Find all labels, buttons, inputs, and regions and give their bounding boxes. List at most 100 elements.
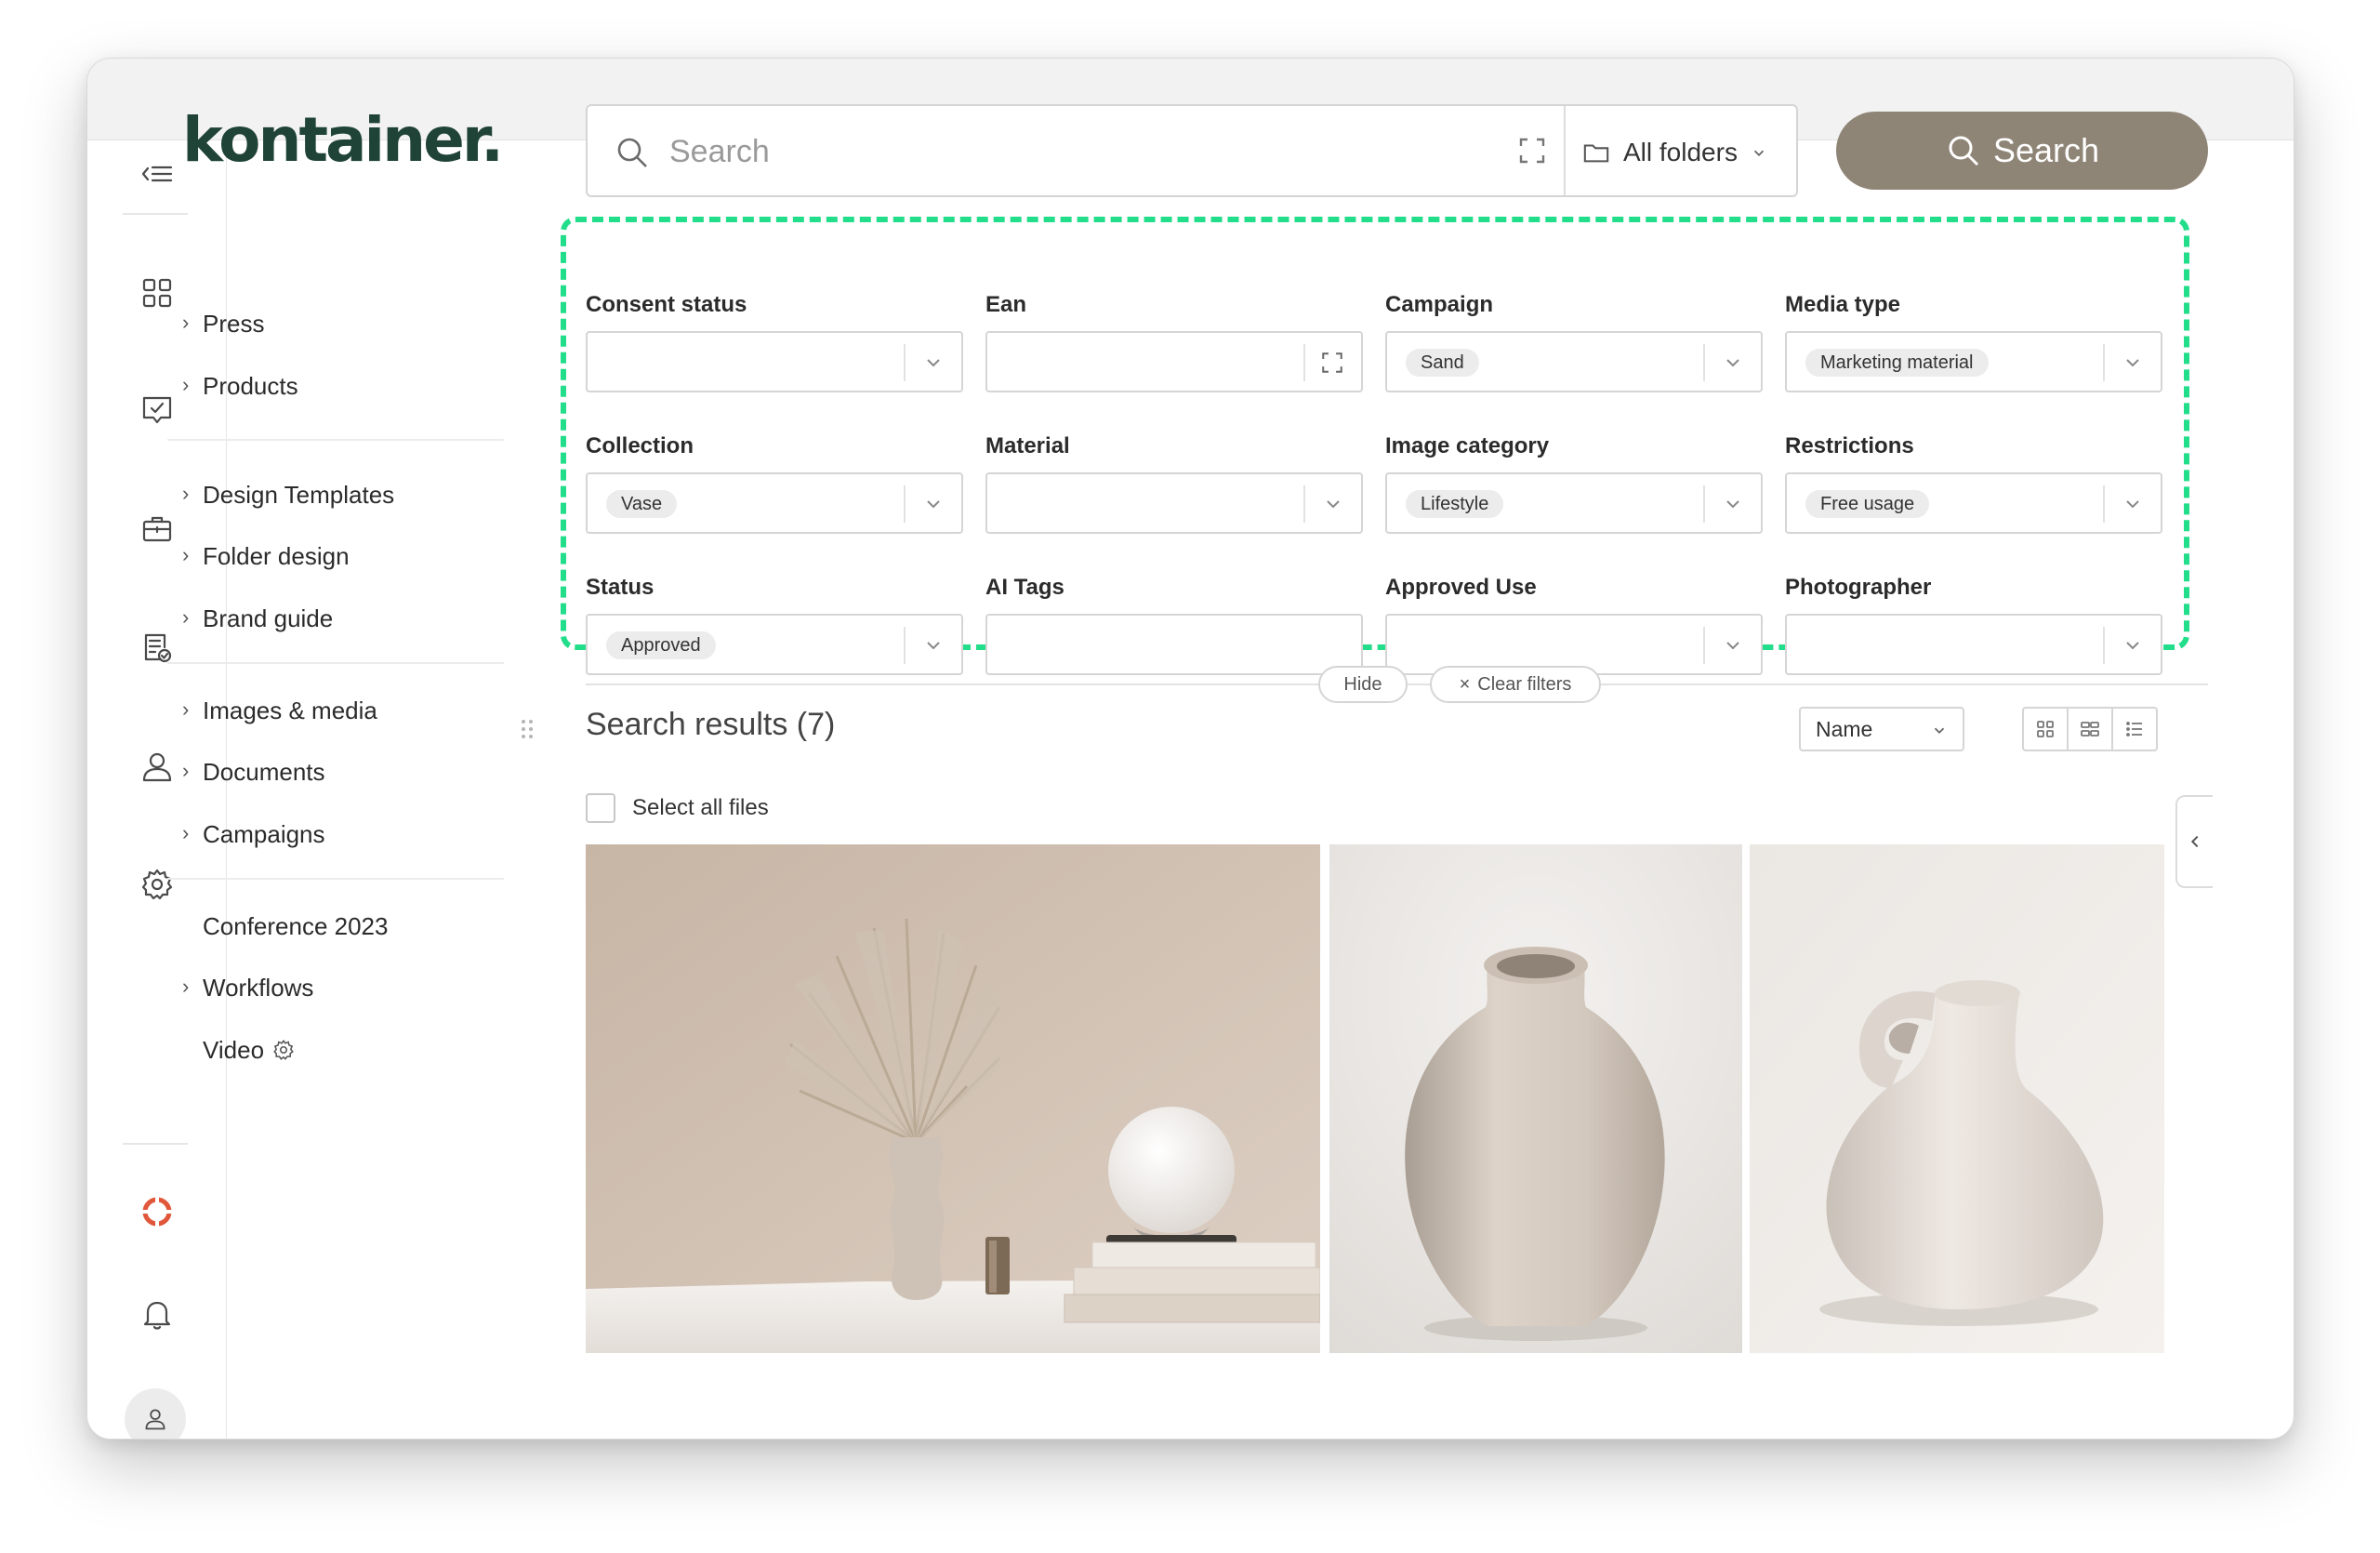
avatar-icon[interactable] (125, 1388, 186, 1439)
filter-label-ean: Ean (985, 292, 1027, 317)
search-icon (1949, 136, 1979, 166)
close-icon: × (1459, 673, 1471, 695)
chevron-down-icon (2126, 500, 2139, 509)
clear-filters-label: Clear filters (1477, 673, 1572, 695)
chevron-right-icon: › (182, 975, 190, 998)
selected-chip[interactable]: Vase (606, 490, 678, 518)
filter-highlight-frame (561, 217, 2189, 650)
nav-item-campaigns[interactable]: › Campaigns (182, 816, 325, 853)
search-icon (617, 138, 647, 167)
restrictions-select[interactable]: Free usage (1785, 472, 2162, 534)
filter-label-campaign: Campaign (1385, 292, 1494, 317)
asset-thumbnail[interactable] (1329, 844, 1742, 1353)
consent-status-select[interactable] (586, 331, 963, 392)
nav-item-workflows[interactable]: › Workflows (182, 969, 313, 1006)
vase-lifestyle-image (586, 844, 1320, 1353)
campaign-select[interactable]: Sand (1385, 331, 1763, 392)
photographer-select[interactable] (1785, 614, 2162, 675)
clear-filters-button[interactable]: × Clear filters (1430, 666, 1601, 703)
chevron-left-icon (2190, 835, 2199, 848)
grid-large-view-button[interactable] (2022, 707, 2069, 751)
gear-icon[interactable] (271, 1038, 296, 1062)
expand-icon[interactable] (1517, 136, 1547, 166)
asset-thumbnail[interactable] (1750, 844, 2164, 1353)
chevron-down-icon (1726, 359, 1739, 367)
briefcase-icon[interactable] (129, 501, 185, 557)
search-button-label: Search (1992, 131, 2100, 169)
sort-select[interactable]: Name (1799, 707, 1964, 751)
dashboard-icon[interactable] (129, 265, 185, 321)
chevron-down-icon (1726, 500, 1739, 509)
asset-thumbnail[interactable] (586, 844, 1320, 1353)
select-all-label: Select all files (632, 795, 769, 820)
nav-divider (167, 662, 504, 664)
chevron-right-icon: › (182, 697, 190, 721)
jug-image (1750, 844, 2164, 1353)
chevron-down-icon (1753, 150, 1765, 156)
bell-icon[interactable] (129, 1286, 185, 1342)
nav-item-images-media[interactable]: › Images & media (182, 692, 377, 729)
nav-item-press[interactable]: › Press (182, 305, 264, 342)
search-divider (1564, 106, 1566, 195)
list-view-button[interactable] (2111, 707, 2158, 751)
nav-divider (167, 439, 504, 441)
user-icon[interactable] (129, 739, 185, 795)
chevron-down-icon (1934, 727, 1945, 734)
chevron-right-icon: › (182, 311, 190, 334)
selected-chip[interactable]: Sand (1406, 349, 1479, 377)
chevron-right-icon: › (182, 482, 190, 505)
panel-resize-handle[interactable] (521, 719, 534, 739)
help-lifebuoy-icon[interactable] (129, 1184, 185, 1240)
hide-filters-button[interactable]: Hide (1318, 666, 1408, 703)
search-bar: All folders (586, 104, 1798, 197)
filter-label-media-type: Media type (1785, 292, 1901, 317)
approval-icon[interactable] (129, 382, 185, 438)
search-input[interactable] (669, 128, 1469, 175)
nav-item-documents[interactable]: › Documents (182, 753, 325, 790)
menu-collapse-icon[interactable] (129, 146, 185, 202)
rail-divider (123, 1143, 188, 1145)
ai-tags-input[interactable] (985, 614, 1363, 675)
filter-label-approved-use: Approved Use (1385, 575, 1537, 600)
chevron-down-icon (2126, 359, 2139, 367)
chevron-right-icon: › (182, 821, 190, 844)
chevron-down-icon (927, 500, 940, 509)
collection-select[interactable]: Vase (586, 472, 963, 534)
nav-item-products[interactable]: › Products (182, 367, 298, 405)
select-all-files[interactable]: Select all files (586, 792, 769, 824)
ean-input[interactable] (985, 331, 1363, 392)
rail-divider (123, 213, 188, 215)
sort-select-label: Name (1816, 716, 1873, 741)
selected-chip[interactable]: Free usage (1805, 490, 1930, 518)
chevron-right-icon: › (182, 373, 190, 396)
folder-icon (1583, 144, 1609, 163)
selected-chip[interactable]: Approved (606, 631, 716, 659)
nav-item-video[interactable]: Video (182, 1031, 296, 1069)
brand-logo[interactable]: kontainer. (182, 104, 504, 176)
expand-icon[interactable] (1320, 351, 1344, 375)
filter-label-consent-status: Consent status (586, 292, 747, 317)
nav-item-conference-2023[interactable]: Conference 2023 (182, 908, 388, 945)
grid-small-view-button[interactable] (2067, 707, 2113, 751)
folder-select[interactable]: All folders (1582, 134, 1767, 171)
chevron-right-icon: › (182, 605, 190, 629)
filter-label-status: Status (586, 575, 654, 600)
chevron-down-icon (2126, 642, 2139, 650)
filter-label-material: Material (985, 433, 1070, 458)
material-select[interactable] (985, 472, 1363, 534)
image-category-select[interactable]: Lifestyle (1385, 472, 1763, 534)
chevron-down-icon (927, 359, 940, 367)
nav-item-design-templates[interactable]: › Design Templates (182, 476, 394, 513)
selected-chip[interactable]: Lifestyle (1406, 490, 1504, 518)
selected-chip[interactable]: Marketing material (1805, 349, 1989, 377)
grid-large-icon (2037, 721, 2054, 737)
side-panel-toggle[interactable] (2175, 795, 2213, 888)
settings-icon[interactable] (129, 856, 185, 912)
media-type-select[interactable]: Marketing material (1785, 331, 2162, 392)
select-all-checkbox[interactable] (586, 793, 615, 823)
status-select[interactable]: Approved (586, 614, 963, 675)
nav-item-brand-guide[interactable]: › Brand guide (182, 600, 333, 637)
document-check-icon[interactable] (129, 620, 185, 676)
search-button[interactable]: Search (1836, 112, 2208, 190)
nav-item-folder-design[interactable]: › Folder design (182, 538, 350, 575)
